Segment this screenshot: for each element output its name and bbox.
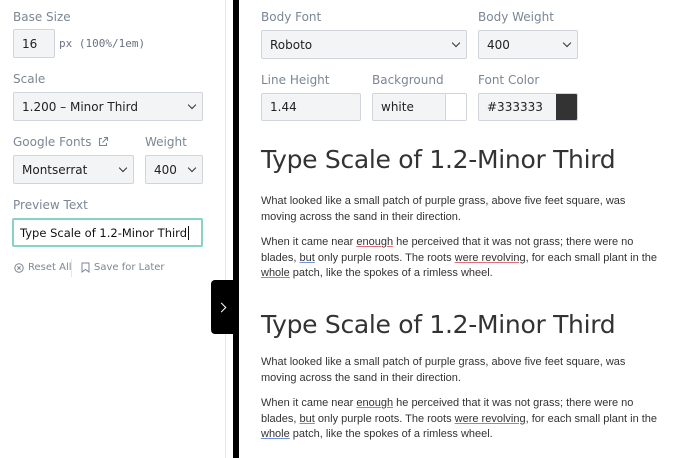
sidebar-toggle-button[interactable] — [211, 280, 235, 334]
reset-all-button[interactable]: Reset All — [14, 262, 72, 273]
chevron-down-icon — [562, 38, 572, 47]
font-color-label: Font Color — [478, 73, 540, 87]
grammar-flag: whole — [261, 428, 290, 440]
background-input[interactable]: white — [372, 93, 467, 121]
body-font-label: Body Font — [261, 10, 322, 24]
google-fonts-label-row: Google Fonts — [13, 135, 109, 149]
body-weight-label: Body Weight — [478, 10, 554, 24]
preview-paragraph: When it came near enough he perceived th… — [261, 236, 658, 279]
background-label: Background — [372, 73, 444, 87]
weight-select-value: 400 — [154, 162, 177, 177]
spelling-flag: enough — [356, 236, 394, 248]
x-circle-icon — [14, 262, 24, 273]
weight-select[interactable]: 400 — [145, 155, 203, 184]
preview-paragraph: What looked like a small patch of purple… — [261, 356, 626, 384]
base-size-input[interactable]: 16 — [13, 29, 55, 58]
body-font-select[interactable]: Roboto — [261, 30, 467, 59]
chevron-down-icon — [187, 163, 197, 172]
scale-label: Scale — [13, 72, 46, 86]
preview-heading: Type Scale of 1.2-Minor Third — [261, 145, 616, 174]
grammar-flag: but — [299, 412, 315, 425]
preview-text-label: Preview Text — [13, 198, 88, 212]
google-fonts-label: Google Fonts — [13, 135, 92, 149]
grammar-flag: but — [299, 251, 315, 264]
chevron-down-icon — [118, 163, 128, 172]
weight-label: Weight — [145, 135, 187, 149]
body-weight-select[interactable]: 400 — [478, 30, 578, 59]
preview-heading: Type Scale of 1.2-Minor Third — [261, 310, 616, 339]
spelling-flag: enough — [356, 397, 394, 409]
google-fonts-select-value: Montserrat — [22, 162, 88, 177]
settings-sidebar: Base Size 16 px (100%/1em) Scale 1.200 –… — [0, 0, 226, 458]
preview-text-value: Type Scale of 1.2-Minor Third — [20, 225, 188, 240]
spelling-flag: were revolving — [454, 412, 526, 425]
font-color-swatch[interactable] — [556, 94, 577, 120]
spelling-flag: were revolving — [454, 251, 526, 264]
preview-text-input[interactable]: Type Scale of 1.2-Minor Third — [12, 218, 203, 247]
preview-area: Body Font Roboto Body Weight 400 Line He… — [239, 0, 690, 458]
chevron-right-icon — [216, 302, 227, 312]
scale-select[interactable]: 1.200 – Minor Third — [13, 92, 203, 121]
font-color-value: #333333 — [487, 100, 543, 114]
grammar-flag: whole — [261, 267, 290, 279]
actions-separator — [71, 259, 72, 277]
font-color-input[interactable]: #333333 — [478, 93, 578, 121]
external-link-icon[interactable] — [97, 136, 109, 148]
chevron-down-icon — [187, 100, 197, 109]
chevron-down-icon — [451, 38, 461, 47]
base-size-label: Base Size — [13, 10, 71, 24]
preview-paragraph: When it came near enough he perceived th… — [261, 397, 658, 440]
scale-select-value: 1.200 – Minor Third — [22, 99, 138, 114]
line-height-input[interactable]: 1.44 — [261, 93, 361, 121]
text-caret — [188, 225, 190, 240]
save-for-later-label: Save for Later — [94, 262, 165, 273]
line-height-label: Line Height — [261, 73, 330, 87]
save-for-later-button[interactable]: Save for Later — [81, 262, 165, 273]
background-swatch[interactable] — [445, 94, 466, 120]
background-value: white — [381, 100, 414, 114]
preview-paragraph: What looked like a small patch of purple… — [261, 195, 626, 223]
base-size-hint: px (100%/1em) — [59, 37, 146, 50]
bookmark-icon — [81, 262, 90, 273]
reset-all-label: Reset All — [28, 262, 72, 273]
body-weight-select-value: 400 — [487, 37, 510, 52]
google-fonts-select[interactable]: Montserrat — [13, 155, 134, 184]
body-font-select-value: Roboto — [270, 37, 313, 52]
